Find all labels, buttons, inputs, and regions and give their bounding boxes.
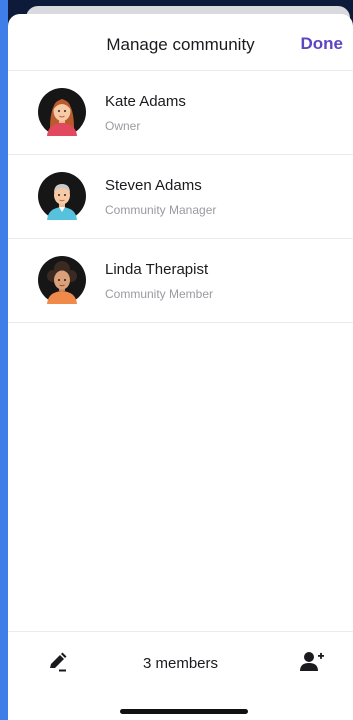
manage-community-sheet: Manage community Done Kate Adams Owner S… <box>8 14 353 720</box>
member-role: Community Manager <box>105 203 217 217</box>
home-indicator[interactable] <box>120 709 248 714</box>
done-button[interactable]: Done <box>301 34 344 54</box>
member-row[interactable]: Linda Therapist Community Member <box>8 239 353 323</box>
member-name: Kate Adams <box>105 93 186 110</box>
man-avatar-icon <box>38 172 86 220</box>
woman-avatar-icon <box>38 88 86 136</box>
phone-screen: Manage community Done Kate Adams Owner S… <box>8 0 353 720</box>
add-user-icon[interactable] <box>299 650 325 674</box>
member-name: Linda Therapist <box>105 261 209 278</box>
member-list: Kate Adams Owner Steven Adams Community … <box>8 71 353 323</box>
woman-curly-avatar-icon <box>38 256 86 304</box>
member-role: Owner <box>105 119 141 133</box>
sheet-footer: 3 members <box>8 631 353 720</box>
member-row[interactable]: Kate Adams Owner <box>8 71 353 155</box>
sheet-header: Manage community Done <box>8 14 353 71</box>
member-role: Community Member <box>105 287 214 301</box>
member-name: Steven Adams <box>105 177 202 194</box>
member-row[interactable]: Steven Adams Community Manager <box>8 155 353 239</box>
